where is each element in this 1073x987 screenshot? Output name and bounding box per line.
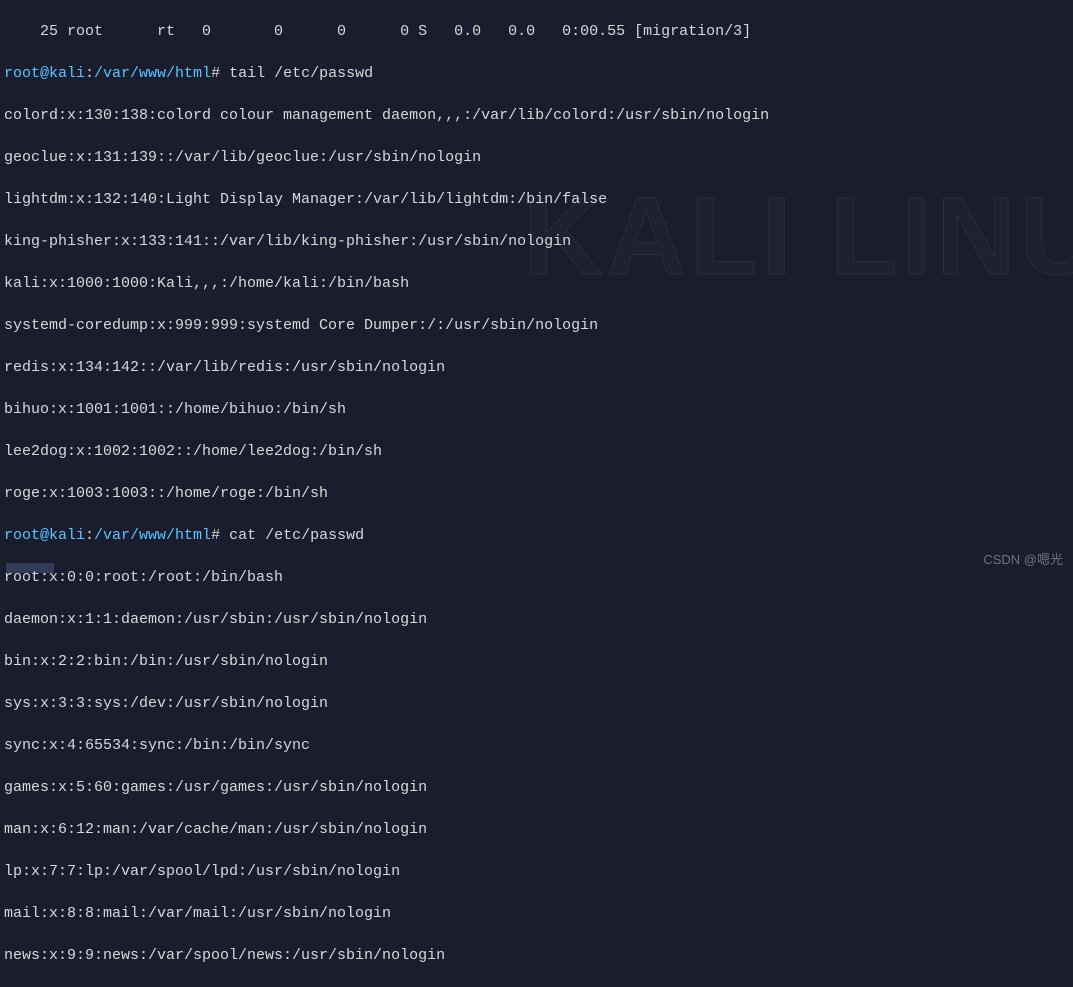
prompt-line: root@kali:/var/www/html# tail /etc/passw…	[4, 63, 1069, 84]
output-line: games:x:5:60:games:/usr/games:/usr/sbin/…	[4, 777, 1069, 798]
output-line: sync:x:4:65534:sync:/bin:/bin/sync	[4, 735, 1069, 756]
prompt-userhost: root@kali	[4, 527, 85, 544]
prompt-line: root@kali:/var/www/html# cat /etc/passwd	[4, 525, 1069, 546]
prompt-symbol: #	[211, 527, 229, 544]
prompt-separator: :	[85, 527, 94, 544]
prompt-path: /var/www/html	[94, 65, 211, 82]
output-line: daemon:x:1:1:daemon:/usr/sbin:/usr/sbin/…	[4, 609, 1069, 630]
prompt-path: /var/www/html	[94, 527, 211, 544]
output-line: lp:x:7:7:lp:/var/spool/lpd:/usr/sbin/nol…	[4, 861, 1069, 882]
command-text: tail /etc/passwd	[229, 65, 373, 82]
output-line: systemd-coredump:x:999:999:systemd Core …	[4, 315, 1069, 336]
watermark-corner: CSDN @嗯光	[983, 551, 1063, 569]
output-line: lightdm:x:132:140:Light Display Manager:…	[4, 189, 1069, 210]
command-text: cat /etc/passwd	[229, 527, 364, 544]
output-line: news:x:9:9:news:/var/spool/news:/usr/sbi…	[4, 945, 1069, 966]
output-line: bihuo:x:1001:1001::/home/bihuo:/bin/sh	[4, 399, 1069, 420]
prompt-symbol: #	[211, 65, 229, 82]
prompt-userhost: root@kali	[4, 65, 85, 82]
prompt-separator: :	[85, 65, 94, 82]
process-row: 25 root rt 0 0 0 0 S 0.0 0.0 0:00.55 [mi…	[4, 21, 1069, 42]
output-line: redis:x:134:142::/var/lib/redis:/usr/sbi…	[4, 357, 1069, 378]
output-line: geoclue:x:131:139::/var/lib/geoclue:/usr…	[4, 147, 1069, 168]
output-line: lee2dog:x:1002:1002::/home/lee2dog:/bin/…	[4, 441, 1069, 462]
output-line: colord:x:130:138:colord colour managemen…	[4, 105, 1069, 126]
terminal-output[interactable]: 25 root rt 0 0 0 0 S 0.0 0.0 0:00.55 [mi…	[4, 0, 1069, 987]
output-line: root:x:0:0:root:/root:/bin/bash	[4, 567, 1069, 588]
output-line: kali:x:1000:1000:Kali,,,:/home/kali:/bin…	[4, 273, 1069, 294]
output-line: man:x:6:12:man:/var/cache/man:/usr/sbin/…	[4, 819, 1069, 840]
output-line: mail:x:8:8:mail:/var/mail:/usr/sbin/nolo…	[4, 903, 1069, 924]
output-line: bin:x:2:2:bin:/bin:/usr/sbin/nologin	[4, 651, 1069, 672]
output-line: king-phisher:x:133:141::/var/lib/king-ph…	[4, 231, 1069, 252]
output-line: roge:x:1003:1003::/home/roge:/bin/sh	[4, 483, 1069, 504]
output-line: sys:x:3:3:sys:/dev:/usr/sbin/nologin	[4, 693, 1069, 714]
